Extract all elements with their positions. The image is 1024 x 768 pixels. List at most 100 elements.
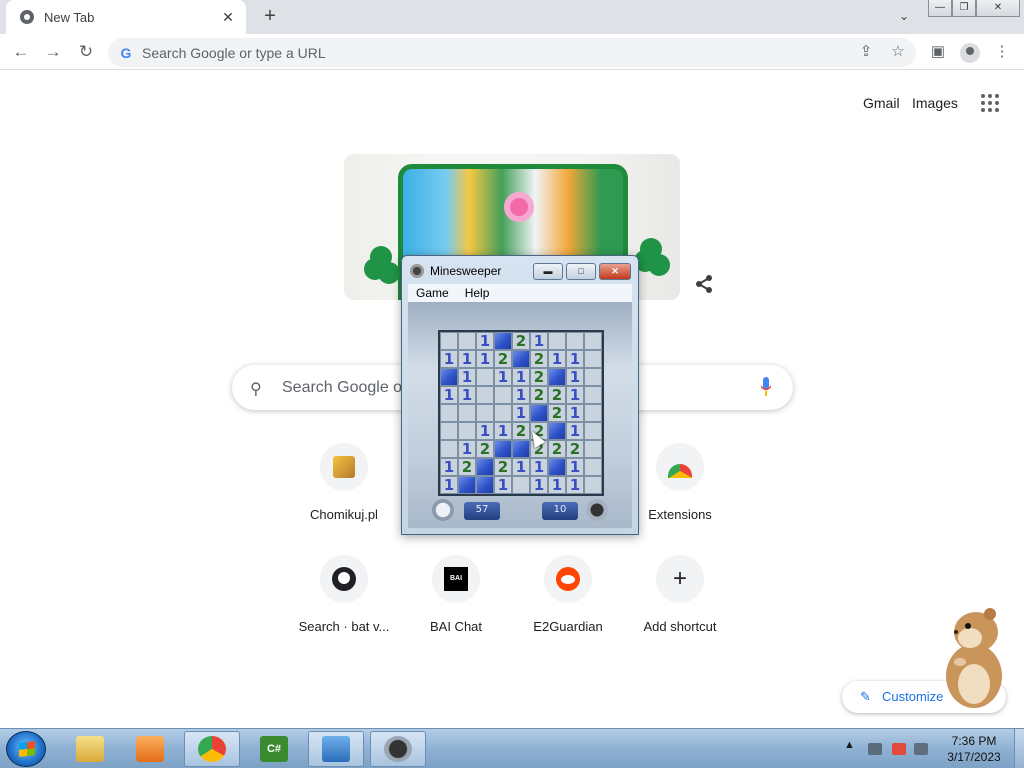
revealed-number-cell[interactable]: 1 bbox=[548, 350, 566, 368]
chrome-menu-icon[interactable]: ⋮ bbox=[992, 42, 1012, 62]
revealed-number-cell[interactable]: 2 bbox=[530, 368, 548, 386]
revealed-number-cell[interactable]: 2 bbox=[548, 404, 566, 422]
revealed-number-cell[interactable]: 1 bbox=[512, 458, 530, 476]
revealed-empty-cell[interactable] bbox=[458, 332, 476, 350]
revealed-number-cell[interactable]: 1 bbox=[458, 350, 476, 368]
new-tab-button[interactable]: + bbox=[258, 6, 282, 28]
revealed-number-cell[interactable]: 1 bbox=[512, 386, 530, 404]
revealed-number-cell[interactable]: 1 bbox=[458, 386, 476, 404]
shortcut-search-bat[interactable]: Search · bat v... bbox=[288, 555, 400, 667]
revealed-number-cell[interactable]: 2 bbox=[530, 386, 548, 404]
google-apps-icon[interactable] bbox=[981, 94, 999, 112]
omnibox[interactable]: G bbox=[108, 38, 916, 67]
taskbar-clock[interactable]: 7:36 PM 3/17/2023 bbox=[938, 733, 1010, 765]
revealed-number-cell[interactable]: 1 bbox=[512, 368, 530, 386]
revealed-empty-cell[interactable] bbox=[548, 332, 566, 350]
revealed-number-cell[interactable]: 1 bbox=[530, 476, 548, 494]
revealed-empty-cell[interactable] bbox=[494, 404, 512, 422]
revealed-empty-cell[interactable] bbox=[566, 332, 584, 350]
revealed-number-cell[interactable]: 2 bbox=[548, 440, 566, 458]
share-page-icon[interactable]: ⇪ bbox=[856, 42, 876, 62]
revealed-number-cell[interactable]: 1 bbox=[476, 350, 494, 368]
revealed-number-cell[interactable]: 2 bbox=[458, 458, 476, 476]
revealed-number-cell[interactable]: 2 bbox=[512, 332, 530, 350]
omnibox-input[interactable] bbox=[142, 44, 822, 61]
revealed-number-cell[interactable]: 2 bbox=[512, 422, 530, 440]
revealed-number-cell[interactable]: 1 bbox=[530, 332, 548, 350]
revealed-number-cell[interactable]: 1 bbox=[566, 404, 584, 422]
covered-cell[interactable] bbox=[494, 332, 512, 350]
revealed-number-cell[interactable]: 1 bbox=[494, 476, 512, 494]
minesweeper-minimize-button[interactable]: ▬ bbox=[533, 263, 563, 280]
revealed-number-cell[interactable]: 1 bbox=[512, 404, 530, 422]
window-minimize-button[interactable]: — bbox=[928, 0, 952, 17]
bookmark-star-icon[interactable]: ☆ bbox=[888, 42, 908, 62]
revealed-number-cell[interactable]: 1 bbox=[494, 368, 512, 386]
revealed-empty-cell[interactable] bbox=[584, 350, 602, 368]
shortcut-bai-chat[interactable]: BAI BAI Chat bbox=[400, 555, 512, 667]
revealed-number-cell[interactable]: 2 bbox=[494, 350, 512, 368]
covered-cell[interactable] bbox=[512, 350, 530, 368]
revealed-number-cell[interactable]: 1 bbox=[440, 350, 458, 368]
minesweeper-window[interactable]: Minesweeper ▬ □ ✕ Game Help 121111221111… bbox=[401, 255, 639, 535]
revealed-number-cell[interactable]: 1 bbox=[566, 422, 584, 440]
images-link[interactable]: Images bbox=[912, 95, 958, 111]
covered-cell[interactable] bbox=[494, 440, 512, 458]
revealed-empty-cell[interactable] bbox=[440, 332, 458, 350]
hamster-desktop-pet-image[interactable] bbox=[930, 602, 1010, 710]
minesweeper-title-bar[interactable]: Minesweeper bbox=[410, 262, 501, 280]
revealed-empty-cell[interactable] bbox=[584, 476, 602, 494]
taskbar-chrome-button[interactable] bbox=[184, 731, 240, 767]
revealed-number-cell[interactable]: 1 bbox=[566, 386, 584, 404]
revealed-number-cell[interactable]: 1 bbox=[566, 368, 584, 386]
covered-cell[interactable] bbox=[548, 368, 566, 386]
profile-avatar-icon[interactable] bbox=[960, 43, 980, 63]
revealed-number-cell[interactable]: 2 bbox=[494, 458, 512, 476]
network-icon[interactable] bbox=[868, 743, 882, 755]
revealed-number-cell[interactable]: 2 bbox=[566, 440, 584, 458]
add-shortcut-button[interactable]: + Add shortcut bbox=[624, 555, 736, 667]
tray-show-hidden-icon[interactable]: ▲ bbox=[844, 739, 855, 751]
start-button-windows-icon[interactable] bbox=[6, 731, 46, 767]
covered-cell[interactable] bbox=[548, 458, 566, 476]
revealed-empty-cell[interactable] bbox=[458, 422, 476, 440]
revealed-empty-cell[interactable] bbox=[584, 404, 602, 422]
revealed-number-cell[interactable]: 1 bbox=[530, 458, 548, 476]
taskbar-csharp-button[interactable]: C# bbox=[246, 731, 302, 767]
revealed-number-cell[interactable]: 1 bbox=[476, 422, 494, 440]
taskbar-minesweeper-button[interactable] bbox=[370, 731, 426, 767]
taskbar-media-player-button[interactable] bbox=[122, 731, 178, 767]
doodle-share-icon[interactable] bbox=[694, 274, 714, 294]
revealed-number-cell[interactable]: 1 bbox=[458, 368, 476, 386]
revealed-number-cell[interactable]: 1 bbox=[548, 476, 566, 494]
covered-cell[interactable] bbox=[548, 422, 566, 440]
revealed-number-cell[interactable]: 1 bbox=[458, 440, 476, 458]
gmail-link[interactable]: Gmail bbox=[863, 95, 900, 111]
minesweeper-maximize-button[interactable]: □ bbox=[566, 263, 596, 280]
minesweeper-close-button[interactable]: ✕ bbox=[599, 263, 631, 280]
covered-cell[interactable] bbox=[440, 368, 458, 386]
tab-search-chevron-icon[interactable]: ⌄ bbox=[896, 9, 912, 25]
revealed-empty-cell[interactable] bbox=[584, 458, 602, 476]
revealed-empty-cell[interactable] bbox=[440, 440, 458, 458]
revealed-empty-cell[interactable] bbox=[476, 404, 494, 422]
revealed-number-cell[interactable]: 2 bbox=[476, 440, 494, 458]
revealed-number-cell[interactable]: 1 bbox=[566, 476, 584, 494]
covered-cell[interactable] bbox=[476, 476, 494, 494]
tab-new-tab[interactable]: New Tab ✕ bbox=[6, 0, 246, 34]
revealed-number-cell[interactable]: 1 bbox=[476, 332, 494, 350]
covered-cell[interactable] bbox=[512, 440, 530, 458]
covered-cell[interactable] bbox=[476, 458, 494, 476]
volume-icon[interactable] bbox=[914, 743, 928, 755]
tab-close-icon[interactable]: ✕ bbox=[220, 9, 236, 26]
shortcut-chomikuj[interactable]: Chomikuj.pl bbox=[288, 443, 400, 555]
action-center-flag-icon[interactable] bbox=[892, 743, 906, 755]
window-restore-button[interactable]: ❐ bbox=[952, 0, 976, 17]
revealed-empty-cell[interactable] bbox=[494, 386, 512, 404]
revealed-empty-cell[interactable] bbox=[512, 476, 530, 494]
shortcut-extensions[interactable]: Extensions bbox=[624, 443, 736, 555]
revealed-empty-cell[interactable] bbox=[476, 368, 494, 386]
revealed-empty-cell[interactable] bbox=[584, 368, 602, 386]
revealed-empty-cell[interactable] bbox=[440, 404, 458, 422]
revealed-empty-cell[interactable] bbox=[584, 422, 602, 440]
